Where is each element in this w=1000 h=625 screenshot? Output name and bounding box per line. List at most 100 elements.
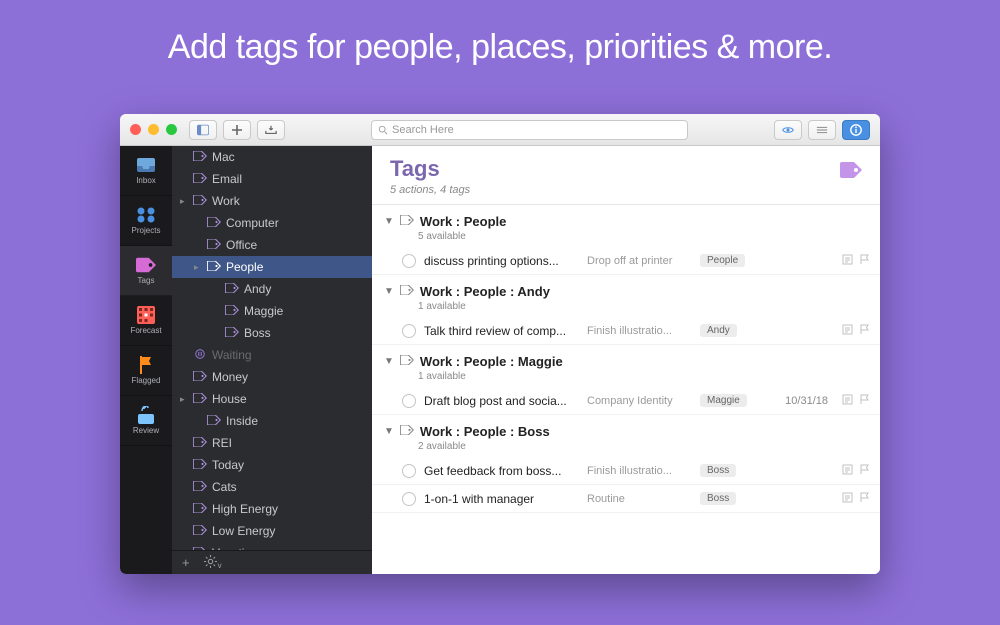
task-title: 1-on-1 with manager xyxy=(424,492,579,506)
tag-rei[interactable]: REI xyxy=(172,432,372,454)
tag-label: Cats xyxy=(212,480,372,494)
tag-today[interactable]: Today xyxy=(172,454,372,476)
tag-high-energy[interactable]: High Energy xyxy=(172,498,372,520)
plus-icon xyxy=(231,124,243,136)
add-button[interactable] xyxy=(223,120,251,140)
tag-icon xyxy=(207,238,221,252)
task-row[interactable]: discuss printing options... Drop off at p… xyxy=(372,247,880,275)
task-row[interactable]: Draft blog post and socia...Company Iden… xyxy=(372,387,880,415)
task-project: Finish illustratio... xyxy=(587,465,692,477)
tag-mac[interactable]: Mac xyxy=(172,146,372,168)
rail-label: Review xyxy=(133,426,159,435)
tag-label: Low Energy xyxy=(212,524,372,538)
search-placeholder: Search Here xyxy=(392,124,454,136)
page-heading: Add tags for people, places, priorities … xyxy=(0,0,1000,87)
tag-icon xyxy=(193,458,207,472)
rail-projects[interactable]: Projects xyxy=(120,196,172,246)
tag-icon xyxy=(193,392,207,406)
task-row[interactable]: Talk third review of comp... Finish illus… xyxy=(372,317,880,345)
eye-button[interactable] xyxy=(774,120,802,140)
add-tag-button[interactable]: + xyxy=(182,555,190,570)
flagged-icon xyxy=(136,356,156,374)
disclosure-arrow[interactable]: ▸ xyxy=(180,394,188,405)
tag-money[interactable]: Money xyxy=(172,366,372,388)
tag-icon xyxy=(193,436,207,450)
task-tag-chip[interactable]: Maggie xyxy=(700,394,747,407)
tag-icon xyxy=(225,282,239,296)
task-tag-chip[interactable]: Boss xyxy=(700,492,736,505)
tag-andy[interactable]: Andy xyxy=(172,278,372,300)
tag-label: Work xyxy=(212,194,372,208)
tag-label: Boss xyxy=(244,326,372,340)
view-button[interactable] xyxy=(808,120,836,140)
tag-email[interactable]: Email xyxy=(172,168,372,190)
cleanup-button[interactable] xyxy=(257,120,285,140)
disclosure-arrow[interactable]: ▸ xyxy=(180,196,188,207)
task-checkbox[interactable] xyxy=(402,492,416,506)
tag-people[interactable]: ▸People xyxy=(172,256,372,278)
rail-forecast[interactable]: Forecast xyxy=(120,296,172,346)
window-controls xyxy=(130,124,177,135)
group-header[interactable]: ▼Work : People : Maggie xyxy=(372,345,880,370)
task-checkbox[interactable] xyxy=(402,324,416,338)
rail-tags[interactable]: Tags xyxy=(120,246,172,296)
search-input[interactable]: Search Here xyxy=(371,120,688,140)
tag-inside[interactable]: Inside xyxy=(172,410,372,432)
group-header[interactable]: ▼Work : People : Boss xyxy=(372,415,880,440)
task-title: Talk third review of comp... xyxy=(424,324,579,338)
tag-cats[interactable]: Cats xyxy=(172,476,372,498)
task-tag-chip[interactable]: Boss xyxy=(700,464,736,477)
tag-boss[interactable]: Boss xyxy=(172,322,372,344)
group-subtitle: 1 available xyxy=(372,300,880,317)
page-title: Tags xyxy=(390,156,470,182)
tag-icon xyxy=(225,326,239,340)
tag-icon xyxy=(400,282,414,300)
task-project: Finish illustratio... xyxy=(587,325,692,337)
disclosure-icon: ▼ xyxy=(384,356,394,367)
group-header[interactable]: ▼Work : People : Andy xyxy=(372,275,880,300)
toggle-sidebar-button[interactable] xyxy=(189,120,217,140)
disclosure-icon: ▼ xyxy=(384,216,394,227)
main-header: Tags 5 actions, 4 tags xyxy=(372,146,880,205)
rail-flagged[interactable]: Flagged xyxy=(120,346,172,396)
flag-icon[interactable] xyxy=(859,394,870,408)
close-window-button[interactable] xyxy=(130,124,141,135)
flag-icon[interactable] xyxy=(859,324,870,338)
flag-icon[interactable] xyxy=(859,464,870,478)
tag-maggie[interactable]: Maggie xyxy=(172,300,372,322)
zoom-window-button[interactable] xyxy=(166,124,177,135)
tag-computer[interactable]: Computer xyxy=(172,212,372,234)
tag-label: Waiting xyxy=(212,348,372,362)
tag-office[interactable]: Office xyxy=(172,234,372,256)
task-project: Drop off at printer xyxy=(587,255,692,267)
info-icon xyxy=(850,124,862,136)
task-row[interactable]: Get feedback from boss...Finish illustra… xyxy=(372,457,880,485)
tag-low-energy[interactable]: Low Energy xyxy=(172,520,372,542)
task-tag-chip[interactable]: Andy xyxy=(700,324,737,337)
flag-icon[interactable] xyxy=(859,492,870,506)
task-checkbox[interactable] xyxy=(402,464,416,478)
task-checkbox[interactable] xyxy=(402,394,416,408)
rail-inbox[interactable]: Inbox xyxy=(120,146,172,196)
perspective-rail: InboxProjectsTagsForecastFlagged Review xyxy=(120,146,172,574)
settings-gear-button[interactable]: v xyxy=(204,555,222,571)
disclosure-icon: ▼ xyxy=(384,286,394,297)
task-checkbox[interactable] xyxy=(402,254,416,268)
tag-vacation[interactable]: Vacation xyxy=(172,542,372,550)
flag-icon[interactable] xyxy=(859,254,870,268)
task-title: discuss printing options... xyxy=(424,254,579,268)
tags-sidebar: MacEmail ▸ Work ComputerOffice▸PeopleAndyMa… xyxy=(172,146,372,574)
tag-work[interactable]: ▸ Work xyxy=(172,190,372,212)
tag-waiting[interactable]: Waiting xyxy=(172,344,372,366)
disclosure-arrow[interactable]: ▸ xyxy=(194,262,202,273)
group-subtitle: 5 available xyxy=(372,230,880,247)
note-icon xyxy=(842,464,853,478)
minimize-window-button[interactable] xyxy=(148,124,159,135)
task-row[interactable]: 1-on-1 with managerRoutineBoss xyxy=(372,485,880,513)
group-header[interactable]: ▼Work : People xyxy=(372,205,880,230)
tag-house[interactable]: ▸House xyxy=(172,388,372,410)
tag-icon xyxy=(193,480,207,494)
task-tag-chip[interactable]: People xyxy=(700,254,745,267)
rail-review[interactable]: Review xyxy=(120,396,172,446)
inspector-button[interactable] xyxy=(842,120,870,140)
